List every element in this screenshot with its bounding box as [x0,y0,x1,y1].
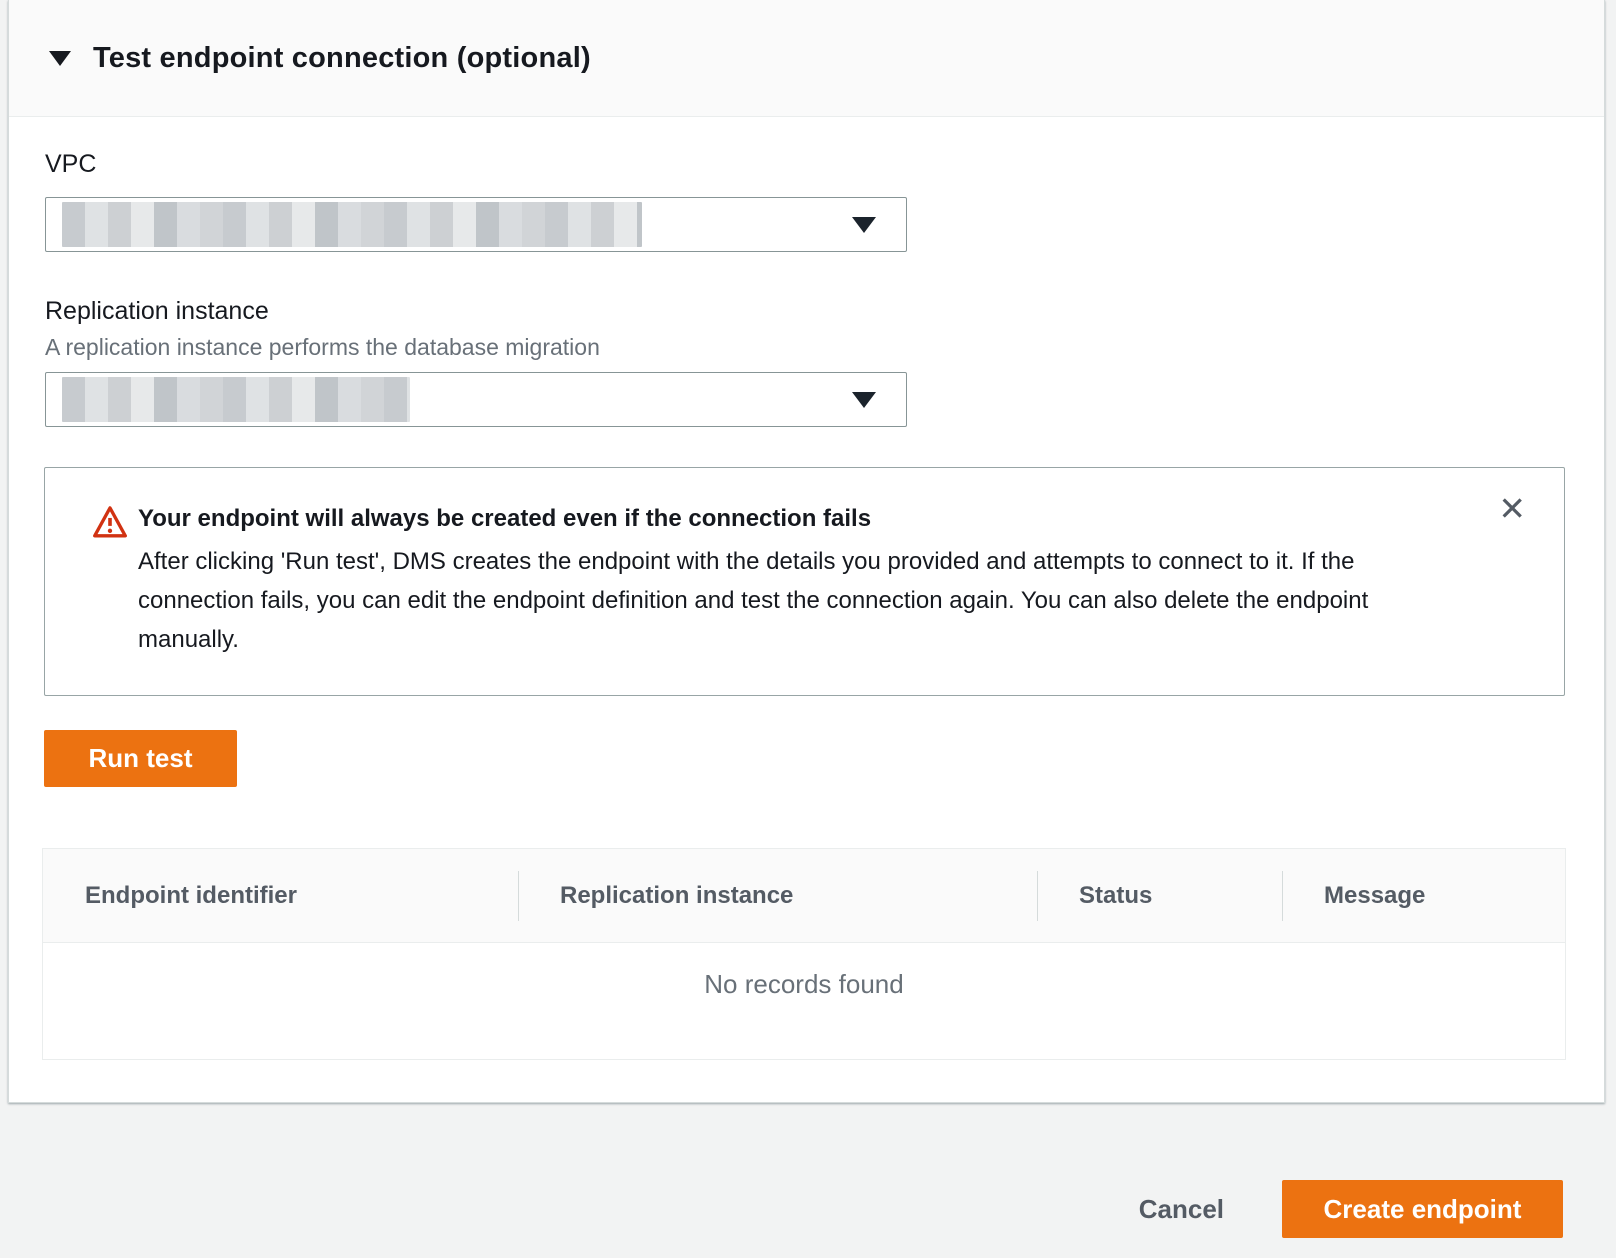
test-endpoint-connection-panel: Test endpoint connection (optional) VPC … [8,0,1605,1103]
replication-instance-label: Replication instance [45,297,269,326]
column-divider [1282,871,1283,921]
chevron-down-icon [852,217,876,233]
run-test-button[interactable]: Run test [44,730,237,787]
close-icon[interactable]: ✕ [1498,492,1526,525]
warning-body: After clicking 'Run test', DMS creates t… [138,542,1440,659]
column-header-replication-instance: Replication instance [518,849,1037,942]
panel-header-toggle[interactable]: Test endpoint connection (optional) [9,0,1604,117]
empty-state-message: No records found [43,943,1565,1000]
column-header-endpoint-identifier: Endpoint identifier [43,849,518,942]
cancel-button[interactable]: Cancel [1139,1194,1224,1225]
column-divider [518,871,519,921]
chevron-down-icon [852,392,876,408]
test-results-table: Endpoint identifier Replication instance… [42,848,1566,1060]
panel-title: Test endpoint connection (optional) [93,42,591,75]
warning-alert: Your endpoint will always be created eve… [44,467,1565,696]
column-header-label: Message [1324,882,1425,910]
vpc-selected-value-redacted [62,202,642,247]
vpc-label: VPC [45,150,96,179]
form-footer-actions: Cancel Create endpoint [1139,1180,1563,1238]
replication-instance-description: A replication instance performs the data… [45,334,600,361]
table-header-row: Endpoint identifier Replication instance… [43,849,1565,943]
column-header-status: Status [1037,849,1282,942]
vpc-select[interactable] [45,197,907,252]
page: Test endpoint connection (optional) VPC … [0,0,1616,1258]
column-header-label: Endpoint identifier [85,882,297,910]
column-header-message: Message [1282,849,1565,942]
warning-text-block: Your endpoint will always be created eve… [138,502,1440,659]
collapse-caret-icon [49,51,71,66]
column-header-label: Status [1079,882,1152,910]
create-endpoint-button[interactable]: Create endpoint [1282,1180,1563,1238]
replication-instance-select[interactable] [45,372,907,427]
column-header-label: Replication instance [560,882,793,910]
column-divider [1037,871,1038,921]
replication-instance-selected-value-redacted [62,377,410,422]
warning-title: Your endpoint will always be created eve… [138,502,1440,536]
warning-triangle-icon [92,504,128,540]
